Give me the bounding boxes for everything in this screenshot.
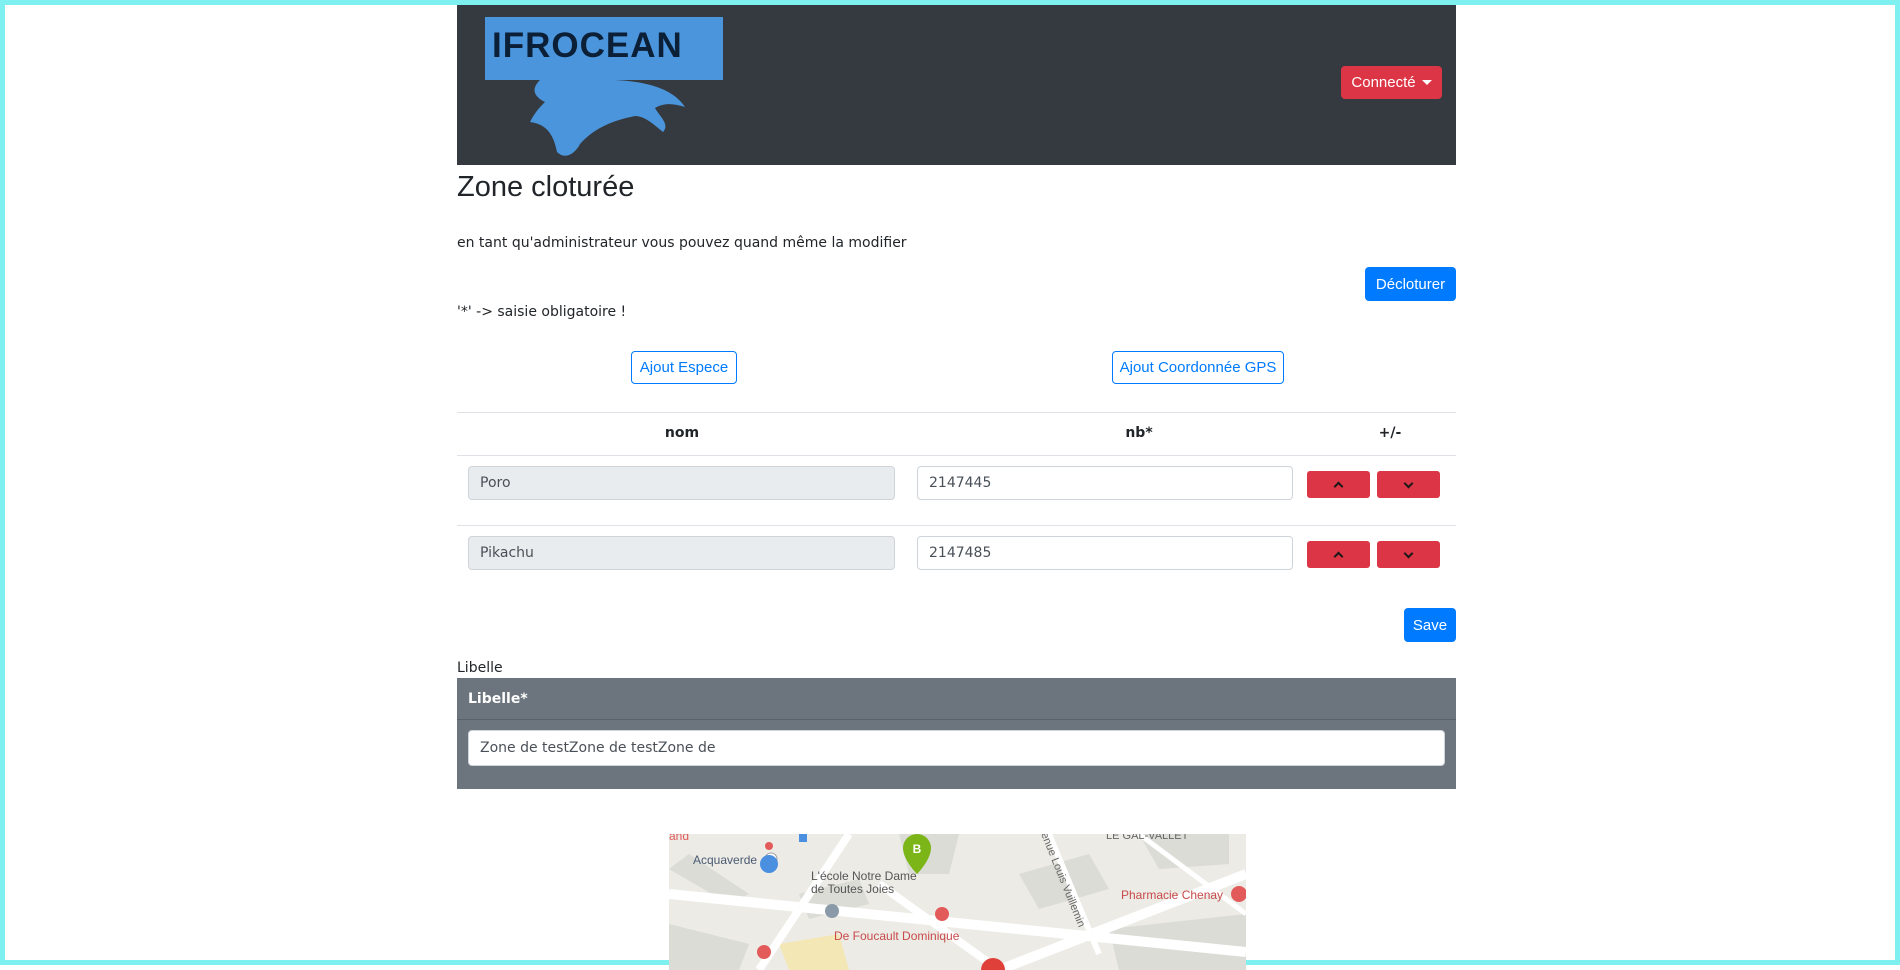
declore-button[interactable]: Décloturer	[1365, 267, 1456, 301]
map-canvas: B and Acquaverde L'école Notre Dame de T…	[669, 834, 1246, 970]
decrement-button[interactable]	[1377, 541, 1440, 568]
navbar: IFROCEAN Connecté	[457, 5, 1456, 165]
logo-text: IFROCEAN	[492, 26, 683, 65]
species-count-field[interactable]: 2147485	[917, 536, 1293, 570]
map-label-le-gal-vallet: LE GAL-VALLET	[1106, 834, 1189, 842]
map-label-fragment: and	[669, 834, 689, 843]
table-top-border	[457, 412, 1456, 413]
map-label-ecole-line1: L'école Notre Dame	[811, 869, 917, 883]
chevron-up-icon	[1333, 481, 1344, 491]
libelle-section-label: Libelle	[457, 660, 503, 676]
chevron-up-icon	[1333, 551, 1344, 561]
admin-note: en tant qu'administrateur vous pouvez qu…	[457, 235, 907, 251]
save-button[interactable]: Save	[1404, 608, 1456, 642]
species-name-field[interactable]: Poro	[468, 466, 895, 500]
map-label-foucault: De Foucault Dominique	[834, 929, 960, 943]
map-label-aquaverde: Acquaverde	[693, 853, 757, 867]
table-header-border	[457, 455, 1456, 456]
map-marker-b-label: B	[913, 842, 922, 856]
chevron-down-icon	[1403, 548, 1414, 558]
card-divider	[457, 719, 1456, 720]
increment-button[interactable]	[1307, 471, 1370, 498]
map-label-ecole-line2: de Toutes Joies	[811, 882, 894, 896]
ifrocean-logo[interactable]: IFROCEAN	[485, 12, 723, 160]
species-name-field[interactable]: Pikachu	[468, 536, 895, 570]
required-note: '*' -> saisie obligatoire !	[457, 304, 627, 320]
decrement-button[interactable]	[1377, 471, 1440, 498]
row-border	[457, 525, 1456, 526]
caret-down-icon	[1421, 80, 1432, 85]
page-title: Zone cloturée	[457, 171, 635, 203]
add-gps-button[interactable]: Ajout Coordonnée GPS	[1112, 351, 1284, 384]
column-header-plus-minus: +/-	[1378, 425, 1402, 441]
libelle-card: Libelle* Zone de testZone de testZone de	[457, 678, 1456, 789]
add-species-button[interactable]: Ajout Espece	[631, 351, 737, 384]
libelle-card-header: Libelle*	[468, 691, 528, 707]
map-label-pharmacie: Pharmacie Chenay	[1121, 888, 1223, 902]
increment-button[interactable]	[1307, 541, 1370, 568]
libelle-input[interactable]: Zone de testZone de testZone de	[468, 730, 1445, 766]
column-header-nom: nom	[664, 425, 700, 441]
column-header-nb: nb*	[1125, 425, 1153, 441]
user-menu-button[interactable]: Connecté	[1341, 66, 1442, 99]
map-view[interactable]: B and Acquaverde L'école Notre Dame de T…	[669, 834, 1246, 970]
chevron-down-icon	[1403, 478, 1414, 488]
species-count-field[interactable]: 2147445	[917, 466, 1293, 500]
user-menu-label: Connecté	[1351, 74, 1416, 91]
